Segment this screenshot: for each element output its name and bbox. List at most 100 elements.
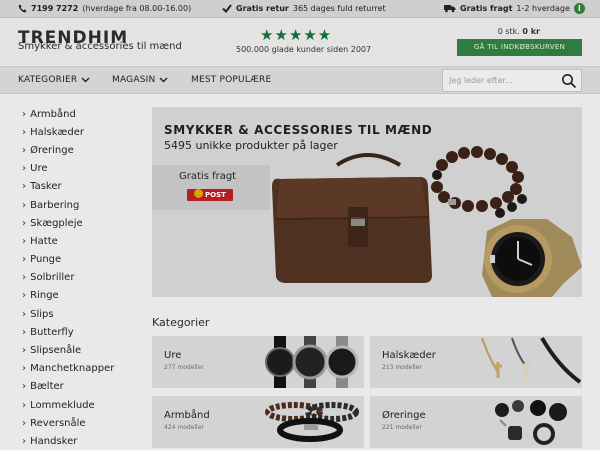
sidebar-item-ure[interactable]: › Ure — [22, 160, 147, 178]
chevron-right-icon: › — [22, 108, 27, 120]
chevron-right-icon: › — [22, 308, 27, 320]
cart-total: 0 kr — [522, 27, 540, 36]
chevron-right-icon: › — [22, 381, 27, 393]
gold-watch-image — [482, 219, 582, 297]
sidebar-item-punge[interactable]: › Punge — [22, 251, 147, 269]
watches-image — [265, 336, 359, 388]
top-info-bar: 7199 7272 (hverdage fra 08.00-16.00) Gra… — [0, 0, 600, 18]
return-label: Gratis retur — [236, 4, 289, 13]
category-card-halskaeder[interactable]: Halskæder 213 modeller — [370, 336, 582, 388]
chevron-right-icon: › — [22, 326, 27, 338]
sidebar-item-handsker[interactable]: › Handsker — [22, 432, 147, 450]
shipping-label: Gratis fragt — [460, 4, 513, 13]
sidebar-item-armbaand[interactable]: › Armbånd — [22, 105, 147, 123]
category-card-ure[interactable]: Ure 277 modeller — [152, 336, 364, 388]
sidebar-item-manchetknapper[interactable]: › Manchetknapper — [22, 360, 147, 378]
category-name: Ure — [164, 350, 182, 361]
search-input[interactable] — [443, 70, 553, 91]
sidebar-item-barbering[interactable]: › Barbering — [22, 196, 147, 214]
return-info: Gratis retur 365 dages fuld returret — [222, 4, 386, 13]
go-to-cart-button[interactable]: GÅ TIL INDKØBSKURVEN — [457, 39, 582, 56]
chevron-right-icon: › — [22, 272, 27, 284]
chevron-right-icon: › — [22, 399, 27, 411]
bead-bracelet-image — [431, 146, 527, 218]
sidebar-item-label: Øreringe — [30, 144, 74, 156]
category-count: 277 modeller — [164, 364, 204, 371]
nav-item-label: MEST POPULÆRE — [191, 75, 272, 85]
category-sidebar: › Armbånd › Halskæder › Øreringe › Ure › Task… — [22, 105, 147, 450]
sidebar-item-slipsenaale[interactable]: › Slipsenåle — [22, 341, 147, 359]
chevron-right-icon: › — [22, 345, 27, 357]
sidebar-item-solbriller[interactable]: › Solbriller — [22, 269, 147, 287]
sidebar-item-lommeklude[interactable]: › Lommeklude — [22, 396, 147, 414]
reviews-text: 500.000 glade kunder siden 2007 — [236, 45, 372, 54]
necklaces-image — [481, 337, 582, 384]
sidebar-item-label: Lommeklude — [30, 399, 95, 411]
category-count: 213 modeller — [382, 364, 422, 371]
phone-number[interactable]: 7199 7272 — [31, 4, 78, 13]
cart-summary: 0 stk. 0 kr — [498, 27, 540, 36]
nav-item-categories[interactable]: KATEGORIER — [18, 75, 90, 85]
sidebar-item-baelter[interactable]: › Bælter — [22, 378, 147, 396]
sidebar-item-label: Ringe — [30, 290, 59, 302]
sidebar-item-label: Halskæder — [30, 126, 84, 138]
chevron-right-icon: › — [22, 181, 27, 193]
briefcase-image — [272, 153, 432, 283]
sidebar-item-label: Punge — [30, 254, 62, 266]
tagline: Smykker & accessories til mænd — [18, 41, 182, 52]
nav-item-magazine[interactable]: MAGASIN — [112, 75, 168, 85]
shipping-text: 1-2 hverdage — [516, 4, 570, 13]
sidebar-item-label: Handsker — [30, 435, 78, 447]
sidebar-item-skaegpleje[interactable]: › Skægpleje — [22, 214, 147, 232]
category-count: 424 modeller — [164, 424, 204, 431]
category-card-oereringe[interactable]: Øreringe 221 modeller — [370, 396, 582, 448]
chevron-right-icon: › — [22, 290, 27, 302]
sidebar-item-ringe[interactable]: › Ringe — [22, 287, 147, 305]
info-icon[interactable]: i — [573, 3, 585, 14]
sidebar-item-label: Ure — [30, 163, 48, 175]
category-name: Halskæder — [382, 350, 436, 361]
sidebar-item-label: Reversnåle — [30, 417, 86, 429]
nav-item-most-popular[interactable]: MEST POPULÆRE — [191, 75, 271, 85]
category-card-armbaand[interactable]: Armbånd 424 modeller — [152, 396, 364, 448]
chevron-right-icon: › — [22, 163, 27, 175]
opening-hours: (hverdage fra 08.00-16.00) — [82, 4, 192, 13]
sidebar-item-reversnaale[interactable]: › Reversnåle — [22, 414, 147, 432]
sidebar-item-tasker[interactable]: › Tasker — [22, 178, 147, 196]
nav-item-label: KATEGORIER — [18, 75, 78, 85]
phone-info: 7199 7272 (hverdage fra 08.00-16.00) — [18, 4, 191, 13]
sidebar-item-label: Slipsenåle — [30, 345, 82, 357]
sidebar-item-butterfly[interactable]: › Butterfly — [22, 323, 147, 341]
chevron-right-icon: › — [22, 363, 27, 375]
sidebar-item-label: Butterfly — [30, 326, 74, 338]
sidebar-item-halskaeder[interactable]: › Halskæder — [22, 123, 147, 141]
category-name: Øreringe — [382, 410, 426, 421]
chevron-down-icon — [81, 77, 90, 83]
chevron-right-icon: › — [22, 235, 27, 247]
hero-banner[interactable]: SMYKKER & ACCESSORIES TIL MÆND 5495 unik… — [152, 107, 582, 297]
truck-icon — [444, 5, 456, 13]
chevron-right-icon: › — [22, 435, 27, 447]
category-name: Armbånd — [164, 410, 210, 421]
sidebar-item-slips[interactable]: › Slips — [22, 305, 147, 323]
sidebar-item-label: Bælter — [30, 381, 64, 393]
sidebar-item-oereringe[interactable]: › Øreringe — [22, 141, 147, 159]
categories-heading: Kategorier — [152, 316, 210, 329]
nav-item-label: MAGASIN — [112, 75, 156, 85]
earrings-image — [495, 400, 567, 445]
sidebar-item-label: Tasker — [30, 181, 62, 193]
chevron-right-icon: › — [22, 144, 27, 156]
bracelets-image — [265, 402, 359, 442]
cart-count: 0 stk. — [497, 27, 520, 36]
chevron-right-icon: › — [22, 126, 27, 138]
sidebar-item-hatte[interactable]: › Hatte — [22, 232, 147, 250]
check-icon — [222, 4, 232, 13]
search-icon[interactable] — [561, 73, 577, 89]
chevron-right-icon: › — [22, 417, 27, 429]
rating-stars[interactable]: ★★★★★ — [260, 26, 332, 44]
return-text: 365 dages fuld returret — [292, 4, 386, 13]
main-nav: KATEGORIER MAGASIN MEST POPULÆRE — [0, 66, 600, 94]
sidebar-item-label: Armbånd — [30, 108, 76, 120]
sidebar-item-label: Hatte — [30, 235, 58, 247]
sidebar-item-label: Skægpleje — [30, 217, 83, 229]
